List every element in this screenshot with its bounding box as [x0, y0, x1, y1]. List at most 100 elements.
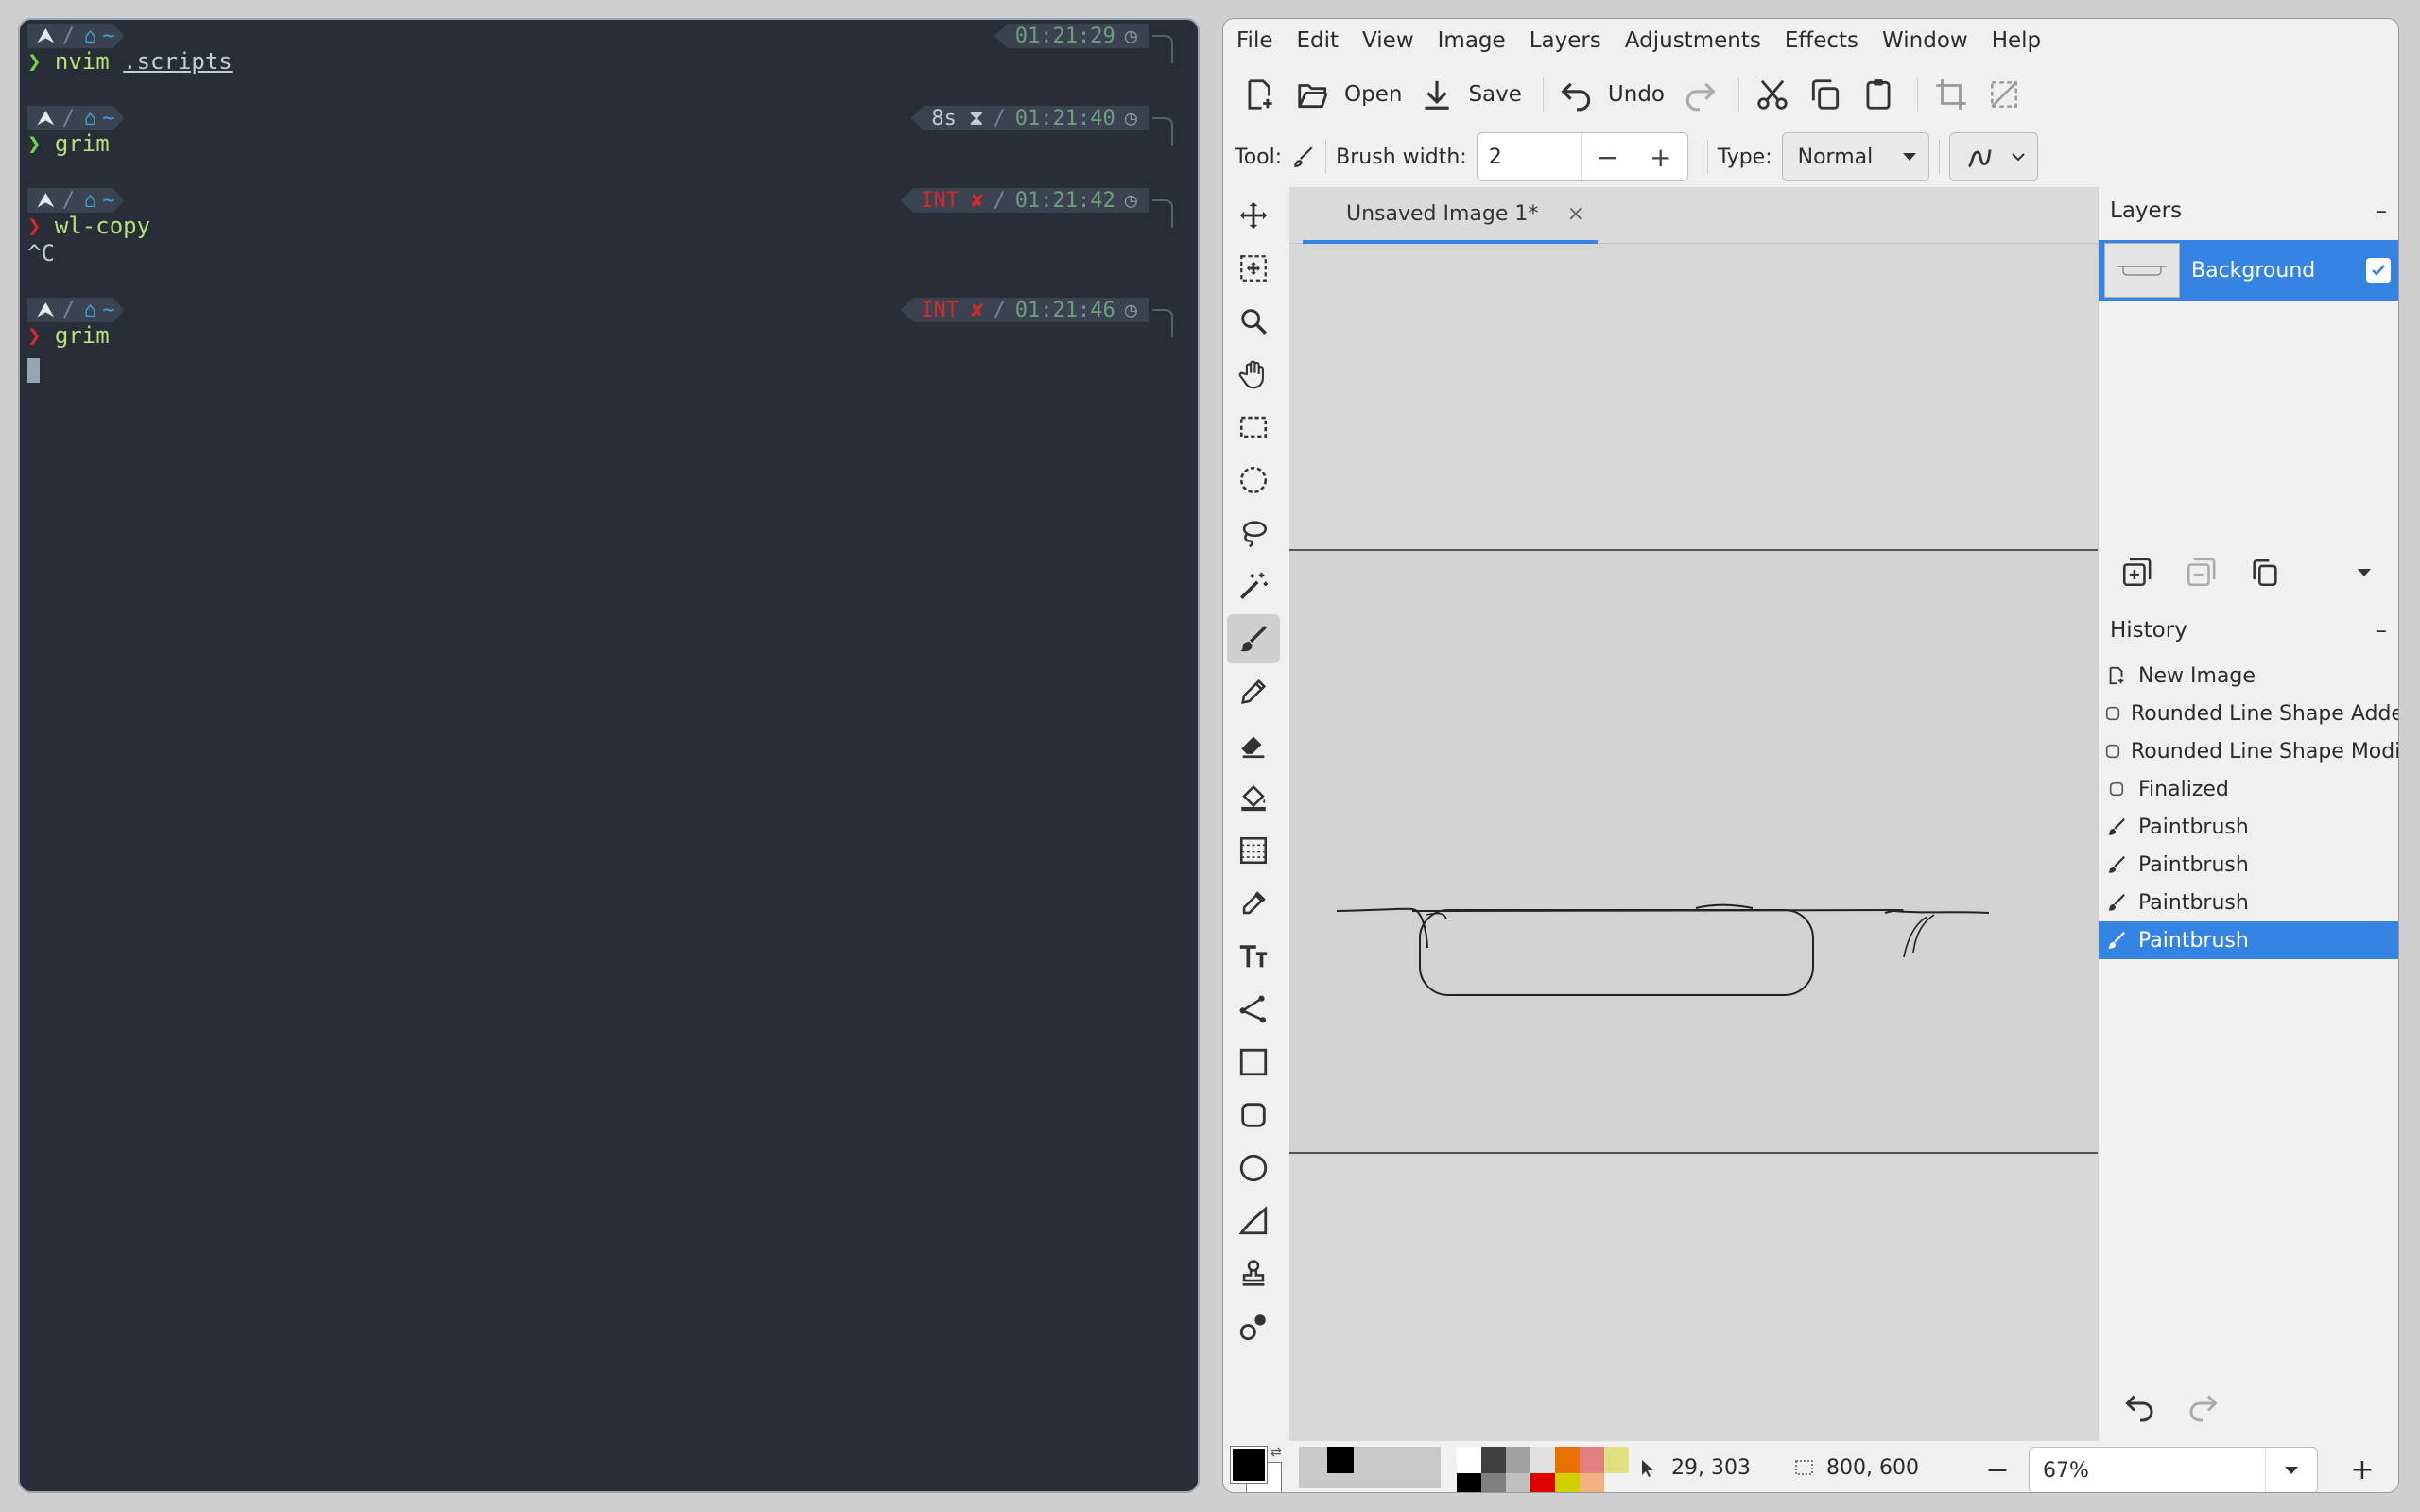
- recent-color-black[interactable]: [1327, 1447, 1354, 1473]
- palette-swatch[interactable]: [1604, 1447, 1629, 1473]
- history-redo-button[interactable]: [2176, 1383, 2229, 1429]
- type-dropdown[interactable]: Normal: [1781, 132, 1929, 181]
- brush-width-decrease-button[interactable]: −: [1582, 133, 1634, 180]
- menu-layers[interactable]: Layers: [1530, 28, 1601, 53]
- antialiasing-dropdown[interactable]: [1948, 132, 2038, 181]
- paintbrush-tool[interactable]: [1227, 614, 1280, 663]
- move-selected-tool[interactable]: [1227, 191, 1280, 240]
- ellipse-tool[interactable]: [1227, 1143, 1280, 1193]
- menu-window[interactable]: Window: [1882, 28, 1968, 53]
- copy-button[interactable]: [1802, 72, 1849, 117]
- menu-edit[interactable]: Edit: [1297, 28, 1340, 53]
- palette-swatch[interactable]: [1580, 1473, 1604, 1492]
- history-item[interactable]: Paintbrush: [2099, 884, 2398, 921]
- delete-layer-button[interactable]: [2174, 550, 2227, 595]
- history-item[interactable]: Paintbrush: [2099, 921, 2398, 959]
- crop-button[interactable]: [1927, 72, 1975, 117]
- rectangle-select-tool[interactable]: [1227, 403, 1280, 452]
- toolbar-divider: [1938, 140, 1940, 174]
- menu-file[interactable]: File: [1236, 28, 1273, 53]
- palette-swatch[interactable]: [1555, 1447, 1580, 1473]
- history-item[interactable]: New Image: [2099, 657, 2398, 695]
- palette-swatch[interactable]: [1506, 1473, 1530, 1492]
- pan-tool[interactable]: [1227, 350, 1280, 399]
- paste-button[interactable]: [1855, 72, 1902, 117]
- history-item[interactable]: Rounded Line Shape Modified: [2099, 732, 2398, 770]
- collapse-history-icon[interactable]: –: [2376, 617, 2387, 644]
- clone-stamp-tool[interactable]: [1227, 1249, 1280, 1298]
- palette-swatch[interactable]: [1530, 1447, 1555, 1473]
- magic-wand-tool[interactable]: [1227, 561, 1280, 610]
- image-canvas[interactable]: [1289, 549, 2098, 1154]
- zoom-in-button[interactable]: +: [2339, 1449, 2386, 1490]
- duplicate-layer-button[interactable]: [2238, 550, 2291, 595]
- magic-wand-icon: [1239, 572, 1268, 600]
- palette-swatch[interactable]: [1481, 1473, 1506, 1492]
- zoom-input[interactable]: [2030, 1448, 2266, 1492]
- history-item[interactable]: Finalized: [2099, 770, 2398, 808]
- history-item[interactable]: Rounded Line Shape Added: [2099, 695, 2398, 732]
- color-picker-tool[interactable]: [1227, 879, 1280, 928]
- terminal-window[interactable]: ⮝ / ⌂ ~01:21:29 ◷ ❯ nvim .scripts ⮝ / ⌂ ~8s ⧗/01:…: [18, 18, 1200, 1493]
- swap-colors-icon[interactable]: ⇄: [1270, 1445, 1282, 1460]
- deselect-button[interactable]: [1980, 72, 2028, 117]
- new-image-button[interactable]: [1236, 72, 1284, 117]
- ellipse-select-tool[interactable]: [1227, 455, 1280, 505]
- palette-swatch[interactable]: [1506, 1447, 1530, 1473]
- recolor-tool[interactable]: [1227, 1302, 1280, 1351]
- palette-swatch[interactable]: [1555, 1473, 1580, 1492]
- zoom-out-button[interactable]: −: [1974, 1449, 2021, 1490]
- cut-button[interactable]: [1749, 72, 1796, 117]
- rounded-rectangle-tool[interactable]: [1227, 1091, 1280, 1140]
- history-undo-button[interactable]: [2114, 1383, 2167, 1429]
- lasso-select-tool[interactable]: [1227, 508, 1280, 558]
- eraser-tool[interactable]: [1227, 720, 1280, 769]
- prompt-dir: ~: [102, 24, 115, 48]
- copy-icon: [1811, 79, 1840, 110]
- history-item[interactable]: Paintbrush: [2099, 808, 2398, 846]
- rounded-rectangle-icon: [1241, 1103, 1266, 1127]
- document-tab[interactable]: Unsaved Image 1* ×: [1303, 187, 1598, 244]
- layer-thumbnail-image: [2118, 266, 2167, 276]
- pencil-tool[interactable]: [1227, 667, 1280, 716]
- zoom-tool[interactable]: [1227, 297, 1280, 346]
- palette-swatch[interactable]: [1457, 1447, 1481, 1473]
- layer-visibility-checkbox[interactable]: [2366, 258, 2391, 283]
- primary-color-swatch[interactable]: [1230, 1446, 1268, 1484]
- gradient-tool[interactable]: [1227, 826, 1280, 875]
- open-button[interactable]: Open: [1289, 72, 1408, 117]
- brush-width-input[interactable]: [1477, 133, 1582, 180]
- brush-width-increase-button[interactable]: +: [1634, 133, 1687, 180]
- redo-button[interactable]: [1676, 72, 1723, 117]
- palette-swatch[interactable]: [1481, 1447, 1506, 1473]
- menu-adjustments[interactable]: Adjustments: [1625, 28, 1761, 53]
- undo-button[interactable]: Undo: [1553, 72, 1670, 117]
- canvas-viewport[interactable]: [1289, 244, 2098, 1441]
- history-item[interactable]: Paintbrush: [2099, 846, 2398, 884]
- toolbar-divider: [1325, 140, 1327, 174]
- palette-swatch[interactable]: [1530, 1473, 1555, 1492]
- palette-swatch[interactable]: [1580, 1447, 1604, 1473]
- close-tab-icon[interactable]: ×: [1567, 202, 1584, 226]
- paint-bucket-tool[interactable]: [1227, 773, 1280, 822]
- layer-row-background[interactable]: Background: [2099, 240, 2398, 301]
- rectangle-tool[interactable]: [1227, 1038, 1280, 1087]
- paintbrush-icon: [2104, 892, 2129, 913]
- layer-menu-button[interactable]: [2338, 550, 2391, 595]
- eraser-icon: [1241, 736, 1265, 759]
- freeform-shape-tool[interactable]: [1227, 1196, 1280, 1246]
- save-button[interactable]: Save: [1413, 72, 1527, 117]
- move-selection-tool[interactable]: [1227, 244, 1280, 293]
- menu-image[interactable]: Image: [1438, 28, 1506, 53]
- collapse-layers-icon[interactable]: –: [2376, 198, 2387, 224]
- zoom-dropdown-button[interactable]: [2266, 1465, 2317, 1476]
- add-layer-button[interactable]: [2110, 550, 2163, 595]
- prompt-chevron: ❯: [27, 130, 55, 157]
- text-tool[interactable]: [1227, 932, 1280, 981]
- palette-swatch[interactable]: [1457, 1473, 1481, 1492]
- history-item-label: Finalized: [2138, 777, 2229, 801]
- line-curve-tool[interactable]: [1227, 985, 1280, 1034]
- menu-effects[interactable]: Effects: [1785, 28, 1858, 53]
- menu-help[interactable]: Help: [1992, 28, 2041, 53]
- menu-view[interactable]: View: [1362, 28, 1414, 53]
